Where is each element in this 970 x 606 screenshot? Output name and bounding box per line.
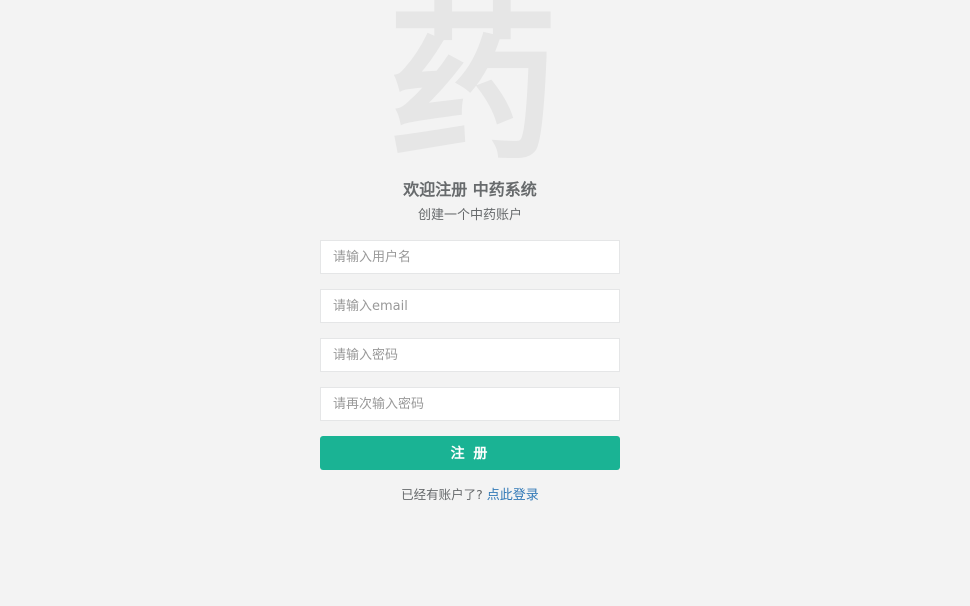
login-link[interactable]: 点此登录 — [487, 488, 539, 503]
page-subtitle: 创建一个中药账户 — [417, 208, 522, 223]
login-prompt: 已经有账户了? 点此登录 — [320, 485, 620, 505]
password-input[interactable] — [320, 338, 620, 372]
login-prompt-text: 已经有账户了? — [401, 487, 483, 502]
page-title: 欢迎注册 中药系统 — [403, 180, 537, 199]
register-panel: 药 欢迎注册 中药系统 创建一个中药账户 注 册 已经有账户了? 点此登录 — [320, 0, 620, 505]
email-input[interactable] — [320, 289, 620, 323]
register-button[interactable]: 注 册 — [320, 436, 620, 470]
confirm-password-input[interactable] — [320, 387, 620, 421]
register-form: 注 册 — [320, 240, 620, 470]
app-logo: 药 — [387, 0, 558, 170]
username-input[interactable] — [320, 240, 620, 274]
